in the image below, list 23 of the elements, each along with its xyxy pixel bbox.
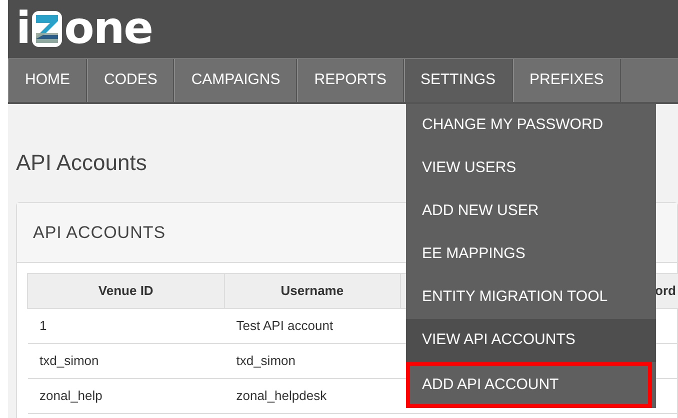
table-cell: txd_simon: [28, 344, 224, 378]
menu-item[interactable]: ADD NEW USER: [406, 190, 656, 233]
table-cell: 1: [28, 308, 224, 344]
page-title: API Accounts: [16, 150, 147, 175]
card-title: API ACCOUNTS: [33, 222, 166, 244]
column-header: Venue ID: [28, 274, 224, 308]
menu-item[interactable]: ADD API ACCOUNT: [406, 362, 652, 408]
menu-item[interactable]: VIEW USERS: [406, 147, 656, 190]
menu-item[interactable]: EE MAPPINGS: [406, 233, 656, 276]
nav-tab[interactable]: CAMPAIGNS: [174, 59, 298, 102]
nav-tab[interactable]: PREFIXES: [512, 59, 621, 102]
nav-tab[interactable]: SETTINGS: [404, 59, 513, 102]
column-header: Username: [224, 274, 400, 308]
nav-tab[interactable]: CODES: [87, 59, 174, 102]
menu-item[interactable]: CHANGE MY PASSWORD: [406, 104, 656, 147]
table-cell: txd_simon: [224, 344, 400, 378]
menu-item[interactable]: VIEW API ACCOUNTS: [406, 319, 656, 362]
nav-tab[interactable]: HOME: [8, 59, 87, 102]
table-cell: Test API account: [224, 308, 400, 344]
table-cell: zonal_helpdesk: [224, 378, 400, 414]
table-cell: zonal_help: [28, 378, 224, 414]
logo: i one: [16, 7, 152, 51]
logo-icon: [30, 9, 64, 49]
